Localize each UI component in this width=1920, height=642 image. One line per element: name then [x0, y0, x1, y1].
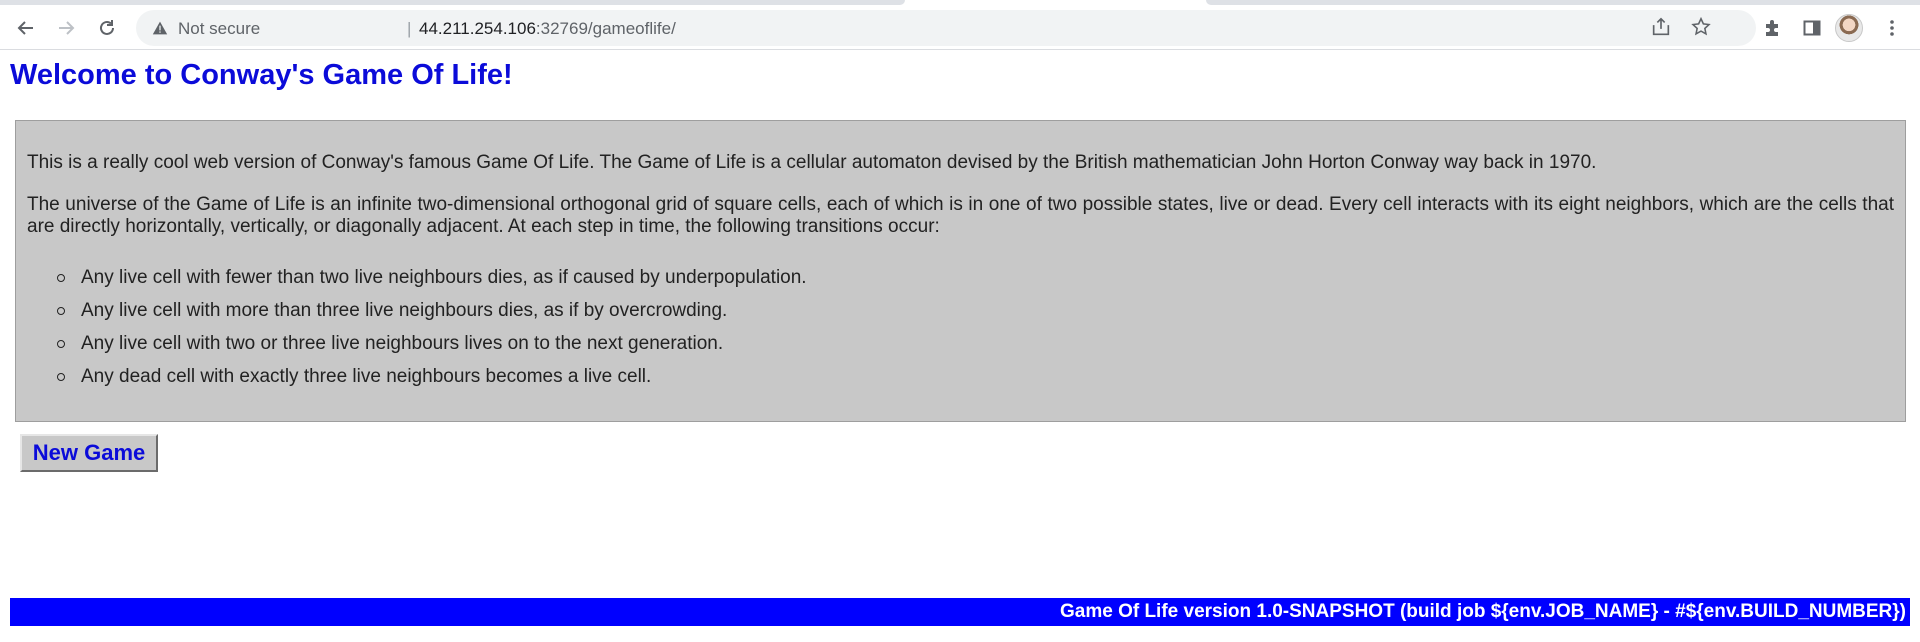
page-title: Welcome to Conway's Game Of Life!: [10, 59, 513, 91]
forward-icon: [59, 21, 75, 35]
rule-text: Any live cell with two or three live nei…: [81, 333, 724, 354]
side-panel-icon: [1803, 20, 1821, 36]
page-content: Welcome to Conway's Game Of Life! This i…: [0, 51, 1920, 642]
inactive-tab-edge[interactable]: [0, 0, 905, 5]
url-path: :32769/gameoflife/: [535, 19, 676, 38]
rule-text: Any dead cell with exactly three live ne…: [81, 366, 652, 387]
extensions-button[interactable]: [1754, 10, 1790, 46]
version-footer: Game Of Life version 1.0-SNAPSHOT (build…: [10, 598, 1910, 626]
url-separator: |: [407, 19, 412, 38]
rule-text: Any live cell with fewer than two live n…: [81, 267, 807, 288]
warning-icon[interactable]: [150, 18, 170, 38]
share-icon[interactable]: [1650, 16, 1672, 43]
back-icon: [17, 21, 33, 35]
reload-button[interactable]: [89, 10, 125, 46]
description-paragraph: The universe of the Game of Life is an i…: [27, 194, 1894, 237]
rules-list: Any live cell with fewer than two live n…: [16, 261, 807, 393]
list-item: Any live cell with more than three live …: [16, 294, 807, 327]
browser-menu-button[interactable]: [1874, 10, 1910, 46]
bullet-icon: [57, 340, 65, 348]
info-panel: This is a really cool web version of Con…: [15, 120, 1906, 422]
security-label[interactable]: Not secure: [178, 19, 260, 39]
star-icon[interactable]: [1690, 16, 1712, 43]
new-game-button[interactable]: New Game: [20, 434, 158, 472]
profile-avatar[interactable]: [1835, 14, 1863, 42]
url-text[interactable]: 44.211.254.106:32769/gameoflife/: [419, 19, 676, 39]
bullet-icon: [57, 274, 65, 282]
bullet-icon: [57, 373, 65, 381]
list-item: Any live cell with fewer than two live n…: [16, 261, 807, 294]
rule-text: Any live cell with more than three live …: [81, 300, 728, 321]
url-host: 44.211.254.106: [419, 19, 536, 38]
intro-paragraph: This is a really cool web version of Con…: [27, 152, 1597, 173]
list-item: Any live cell with two or three live nei…: [16, 327, 807, 360]
menu-icon: [1890, 20, 1894, 36]
reload-icon: [100, 20, 114, 35]
back-button[interactable]: [8, 10, 44, 46]
list-item: Any dead cell with exactly three live ne…: [16, 360, 807, 393]
address-bar[interactable]: Not secure | 44.211.254.106:32769/gameof…: [136, 10, 1756, 46]
side-panel-button[interactable]: [1794, 10, 1830, 46]
extensions-icon: [1766, 20, 1778, 36]
bullet-icon: [57, 307, 65, 315]
browser-toolbar: Not secure | 44.211.254.106:32769/gameof…: [0, 6, 1920, 50]
inactive-tab-edge[interactable]: [1206, 0, 1920, 5]
forward-button[interactable]: [48, 10, 84, 46]
